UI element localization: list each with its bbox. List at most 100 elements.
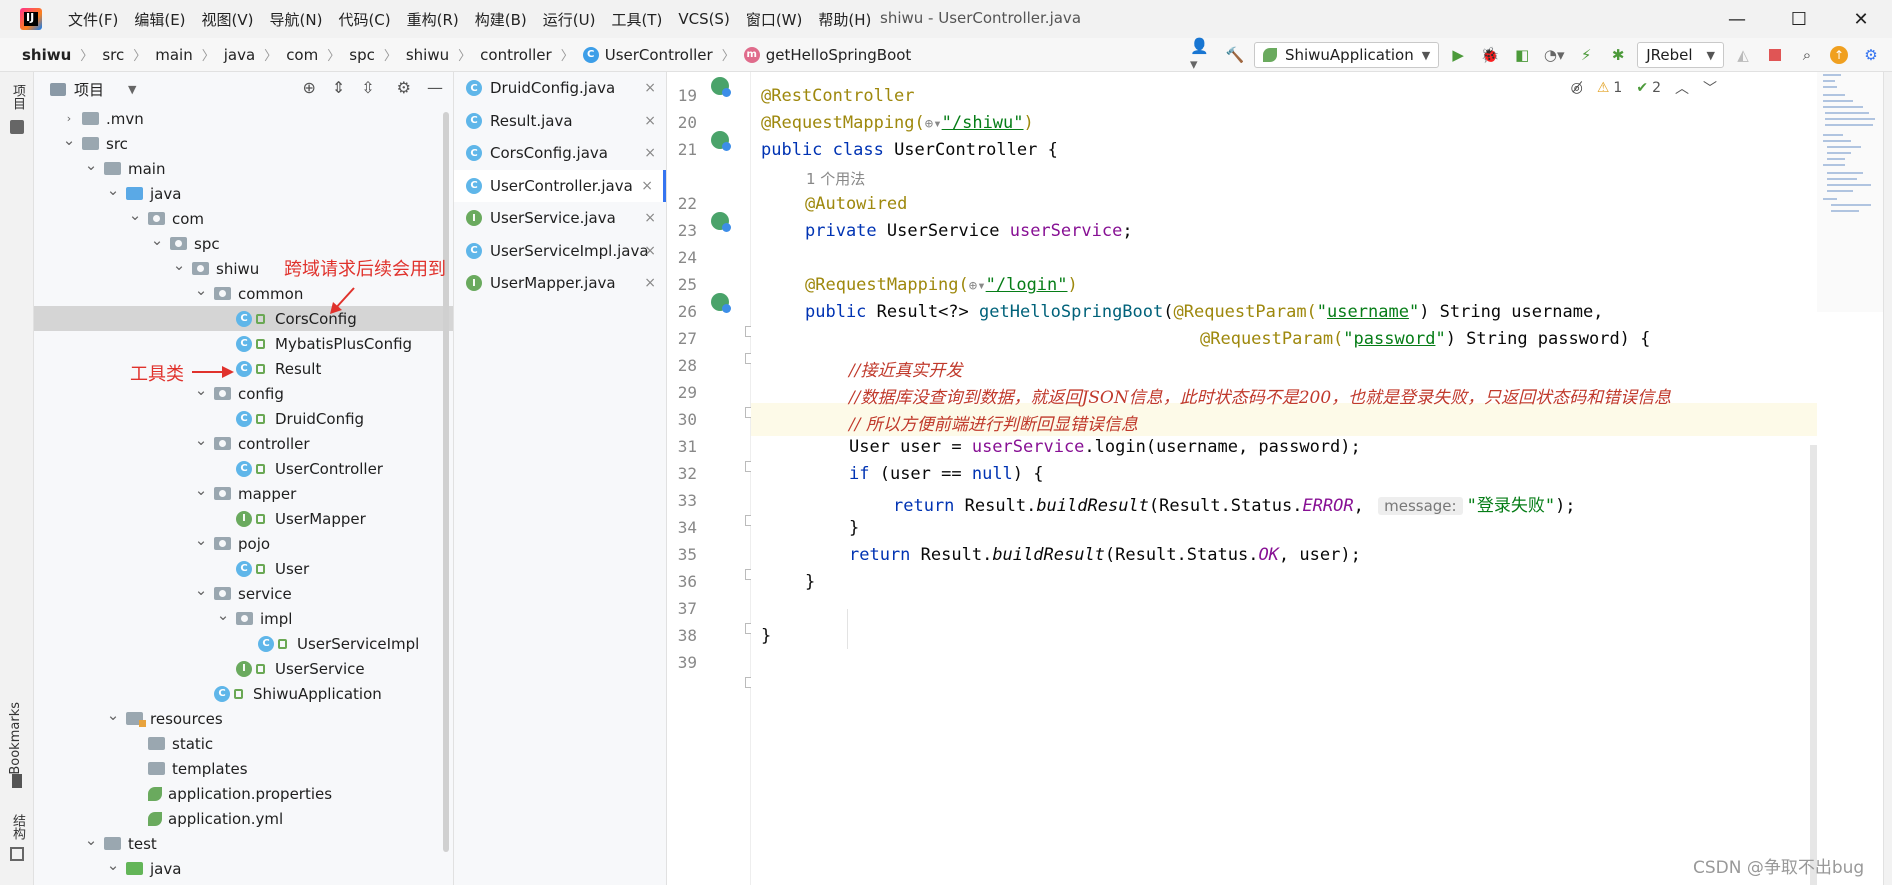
menu-edit[interactable]: 编辑(E) — [126, 9, 193, 30]
intellij-logo-icon[interactable]: IJ — [20, 8, 42, 30]
coverage-icon[interactable]: ◧ — [1509, 42, 1535, 68]
chevron-right-icon[interactable]: › — [62, 112, 76, 125]
chevron-down-icon[interactable]: ﹀ — [1703, 78, 1717, 98]
chevron-down-icon[interactable]: ⌄ — [106, 182, 120, 197]
chevron-down-icon[interactable]: ⌄ — [194, 382, 208, 397]
chevron-down-icon[interactable]: ⌄ — [172, 257, 186, 272]
tree-item[interactable]: ⌄ service — [34, 581, 453, 606]
tree-item[interactable]: ›CUserServiceImpl — [34, 631, 453, 656]
chevron-down-icon[interactable]: ⌄ — [106, 857, 120, 872]
editor-inspection-status[interactable]: ◎̸ ⚠ 1 ✔ 2 ︿ ﹀ — [1571, 78, 1717, 98]
open-file-item[interactable]: I UserMapper.java × — [454, 267, 666, 300]
breadcrumb-main[interactable]: main — [155, 46, 192, 64]
breadcrumb-method[interactable]: m getHelloSpringBoot — [743, 46, 911, 64]
tree-item[interactable]: ⌄ config — [34, 381, 453, 406]
tree-item[interactable]: ⌄ mapper — [34, 481, 453, 506]
open-file-item[interactable]: I UserService.java × — [454, 202, 666, 235]
minimize-button[interactable]: — — [1706, 0, 1768, 38]
tree-item[interactable]: ›templates — [34, 756, 453, 781]
chevron-down-icon[interactable]: ⌄ — [194, 532, 208, 547]
close-icon[interactable]: × — [644, 275, 656, 291]
spring-bean-gutter-icon[interactable] — [711, 77, 731, 97]
usage-hint[interactable]: 1 个用法 — [806, 168, 865, 189]
breadcrumb-class[interactable]: C UserController — [582, 46, 713, 64]
menu-help[interactable]: 帮助(H) — [810, 9, 879, 30]
build-hammer-icon[interactable]: 🔨 — [1222, 42, 1248, 68]
close-icon[interactable]: × — [644, 243, 656, 259]
menu-navigate[interactable]: 导航(N) — [262, 9, 331, 30]
bookmarks-tool-tab[interactable]: Bookmarks — [8, 702, 23, 775]
tree-item[interactable]: › .mvn — [34, 106, 453, 131]
chevron-down-icon[interactable]: ⌄ — [62, 132, 76, 147]
hide-icon[interactable]: ◎̸ — [1571, 80, 1583, 96]
collapse-all-icon[interactable]: ⇳ — [361, 78, 374, 97]
tree-item[interactable]: ⌄ main — [34, 156, 453, 181]
chevron-down-icon[interactable]: ⌄ — [194, 582, 208, 597]
tree-item[interactable]: ⌄ impl — [34, 606, 453, 631]
settings-icon[interactable]: ⚙ — [1858, 42, 1884, 68]
menu-build[interactable]: 构建(B) — [467, 9, 535, 30]
jrebel-select[interactable]: JRebel ▼ — [1637, 42, 1724, 68]
tree-item[interactable]: ›CDruidConfig — [34, 406, 453, 431]
open-file-item[interactable]: C UserController.java × — [454, 169, 666, 202]
tree-item[interactable]: ›CShiwuApplication — [34, 681, 453, 706]
tree-item[interactable]: ›CUser — [34, 556, 453, 581]
chevron-down-icon[interactable]: ⌄ — [150, 232, 164, 247]
menu-code[interactable]: 代码(C) — [330, 9, 398, 30]
tree-item[interactable]: ›CCorsConfig — [34, 306, 453, 331]
tree-item[interactable]: ›IUserService — [34, 656, 453, 681]
chevron-down-icon[interactable]: ⌄ — [84, 157, 98, 172]
breadcrumb-shiwu[interactable]: shiwu — [406, 46, 449, 64]
run-icon[interactable]: ▶ — [1445, 42, 1471, 68]
gear-icon[interactable]: ⚙ — [397, 78, 411, 97]
code-editor[interactable]: ◎̸ ⚠ 1 ✔ 2 ︿ ﹀ @RestController @RequestM… — [751, 72, 1817, 885]
maximize-button[interactable]: ☐ — [1768, 0, 1830, 38]
breadcrumb-controller[interactable]: controller — [480, 46, 552, 64]
code-minimap[interactable] — [1817, 72, 1883, 312]
editor-scrollbar[interactable] — [1810, 445, 1817, 885]
tree-item[interactable]: ⌄ com — [34, 206, 453, 231]
menu-tools[interactable]: 工具(T) — [603, 9, 670, 30]
close-icon[interactable]: × — [644, 80, 656, 96]
debug-icon[interactable]: 🐞 — [1477, 42, 1503, 68]
tree-item[interactable]: ⌄ resources — [34, 706, 453, 731]
chevron-down-icon[interactable]: ⌄ — [194, 432, 208, 447]
spring-bean-gutter-icon[interactable] — [711, 131, 731, 151]
tree-item[interactable]: ›static — [34, 731, 453, 756]
spring-bean-gutter-icon[interactable] — [711, 212, 731, 232]
spring-endpoint-gutter-icon[interactable] — [711, 293, 731, 313]
breadcrumb-java[interactable]: java — [224, 46, 255, 64]
chevron-down-icon[interactable]: ⌄ — [128, 207, 142, 222]
tree-item[interactable]: ⌄ spc — [34, 231, 453, 256]
project-panel-title[interactable]: 项目 — [74, 79, 104, 100]
menu-view[interactable]: 视图(V) — [194, 9, 262, 30]
tree-item[interactable]: ›CResult — [34, 356, 453, 381]
tree-item[interactable]: ›application.properties — [34, 781, 453, 806]
breadcrumb-com[interactable]: com — [286, 46, 318, 64]
menu-window[interactable]: 窗口(W) — [738, 9, 811, 30]
open-file-item[interactable]: C Result.java × — [454, 105, 666, 138]
jrebel-debug-icon[interactable]: ✱ — [1605, 42, 1631, 68]
close-icon[interactable]: × — [644, 210, 656, 226]
jrebel-run-icon[interactable]: ⚡ — [1573, 42, 1599, 68]
menu-file[interactable]: 文件(F) — [60, 9, 126, 30]
menu-run[interactable]: 运行(U) — [535, 9, 604, 30]
tree-item[interactable]: ›CMybatisPlusConfig — [34, 331, 453, 356]
breadcrumb-project[interactable]: shiwu — [22, 46, 71, 64]
tree-item[interactable]: ⌄ src — [34, 131, 453, 156]
expand-all-icon[interactable]: ⇕ — [332, 78, 345, 97]
tree-item[interactable]: ⌄ test — [34, 831, 453, 856]
tree-item[interactable]: ›CUserController — [34, 456, 453, 481]
close-window-button[interactable]: ✕ — [1830, 0, 1892, 38]
locate-icon[interactable]: ⊕ — [302, 78, 315, 97]
menu-refactor[interactable]: 重构(R) — [399, 9, 467, 30]
chevron-down-icon[interactable]: ⌄ — [216, 607, 230, 622]
menu-vcs[interactable]: VCS(S) — [670, 10, 737, 28]
close-icon[interactable]: × — [644, 113, 656, 129]
chevron-down-icon[interactable]: ⌄ — [84, 832, 98, 847]
tree-item[interactable]: ⌄ java — [34, 856, 453, 881]
open-file-item[interactable]: C UserServiceImpl.java × — [454, 235, 666, 268]
chevron-down-icon[interactable]: ⌄ — [106, 707, 120, 722]
project-tool-tab[interactable]: 项目 — [8, 84, 27, 110]
attach-icon[interactable]: ◭ — [1730, 42, 1756, 68]
